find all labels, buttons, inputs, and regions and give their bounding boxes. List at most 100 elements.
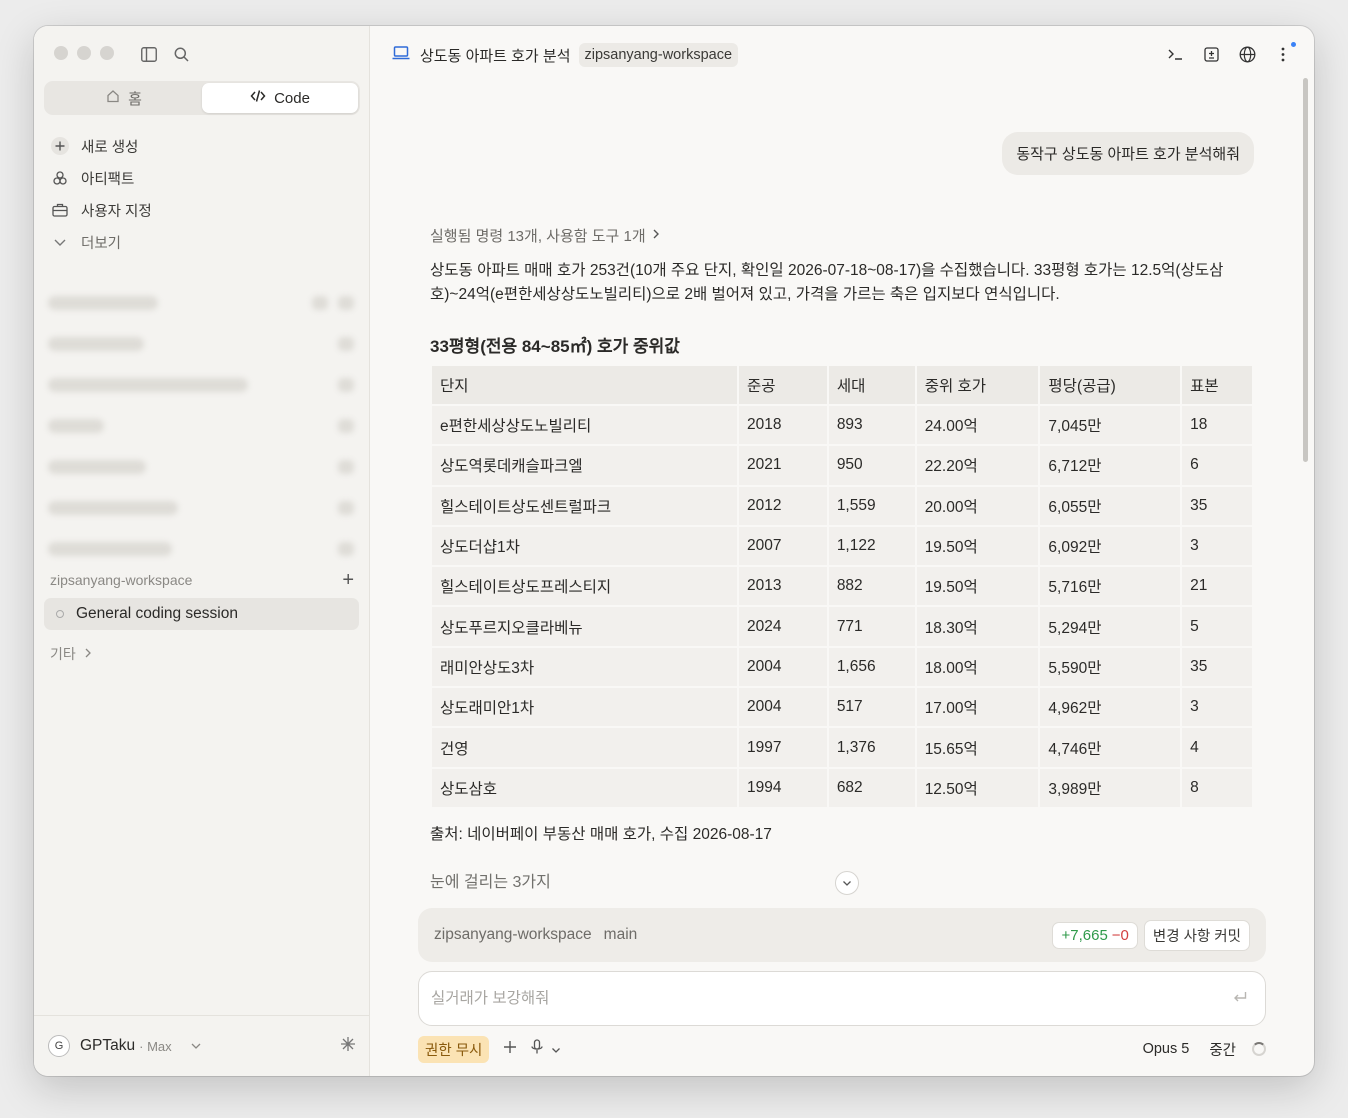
recent-session-item[interactable]: [48, 528, 358, 569]
laptop-icon: [392, 45, 410, 65]
table-cell: 힐스테이트상도센트럴파크: [432, 486, 737, 525]
microphone-icon[interactable]: [531, 1038, 544, 1060]
table-cell: 35: [1182, 486, 1252, 525]
table-cell: 4,746만: [1040, 728, 1181, 767]
sidebar: 홈 Code 새로 생성 아티팩트 사용자 지정 더보기 zipsanyang-…: [34, 26, 370, 1076]
model-selector[interactable]: Opus 5: [1143, 1041, 1190, 1057]
attach-plus-icon[interactable]: [503, 1039, 517, 1059]
table-cell: 1,559: [828, 486, 915, 525]
nav-new[interactable]: 새로 생성: [50, 130, 350, 162]
nav-more[interactable]: 더보기: [50, 226, 350, 258]
nav-artifacts[interactable]: 아티팩트: [50, 162, 350, 194]
globe-icon[interactable]: [1238, 44, 1256, 64]
session-status-icon: [56, 610, 64, 618]
table-cell: 1,656: [828, 647, 915, 687]
user-message-bubble: 동작구 상도동 아파트 호가 분석해줘: [1002, 132, 1254, 175]
workspace-section-header: zipsanyang-workspace +: [50, 570, 354, 590]
scrollbar[interactable]: [1303, 78, 1308, 462]
table-cell: 5,294만: [1040, 607, 1181, 646]
recent-session-item[interactable]: [48, 487, 358, 528]
nav-customize-label: 사용자 지정: [81, 203, 152, 220]
more-options-icon[interactable]: [1274, 44, 1292, 64]
table-row: 힐스테이트상도프레스티지 2013 882 19.50억 5,716만 21: [432, 567, 1252, 606]
table-header-cell: 준공: [738, 366, 827, 404]
user-name[interactable]: GPTaku: [80, 1037, 135, 1055]
effort-selector[interactable]: 중간: [1209, 1039, 1236, 1060]
commit-changes-button[interactable]: 변경 사항 커밋: [1143, 919, 1250, 951]
table-cell: 2018: [738, 406, 827, 445]
sparkle-icon[interactable]: [340, 1036, 356, 1057]
session-item-active[interactable]: General coding session: [44, 598, 359, 630]
account-chevron-down-icon[interactable]: [190, 1039, 202, 1053]
diff-panel-icon[interactable]: [1202, 44, 1220, 64]
chevron-right-icon: [652, 227, 660, 244]
recent-session-item[interactable]: [48, 364, 358, 405]
table-header-cell: 단지: [432, 366, 737, 404]
avatar[interactable]: G: [48, 1035, 70, 1057]
close-window-button[interactable]: [54, 46, 68, 60]
loading-spinner-icon: [1252, 1042, 1266, 1056]
table-cell: 3: [1182, 526, 1252, 566]
table-cell: 2021: [738, 446, 827, 485]
recent-session-item[interactable]: [48, 446, 358, 487]
nav-new-label: 새로 생성: [81, 139, 139, 156]
table-cell: 3,989만: [1040, 768, 1181, 807]
permission-mode-badge[interactable]: 권한 무시: [418, 1035, 490, 1063]
message-composer: [418, 971, 1266, 1026]
table-cell: 17.00억: [916, 688, 1039, 727]
code-icon: [250, 89, 266, 107]
execution-summary-toggle[interactable]: 실행됨 명령 13개, 사용함 도구 1개: [430, 225, 660, 246]
recent-session-item[interactable]: [48, 282, 358, 323]
notification-dot: [1291, 42, 1296, 47]
add-session-icon[interactable]: +: [342, 570, 354, 590]
table-row: 건영 1997 1,376 15.65억 4,746만 4: [432, 728, 1252, 767]
sidebar-top-icons: [140, 45, 190, 63]
table-cell: 20.00억: [916, 486, 1039, 525]
minimize-window-button[interactable]: [77, 46, 91, 60]
session-title[interactable]: 상도동 아파트 호가 분석: [420, 45, 571, 66]
table-cell: 5,716만: [1040, 567, 1181, 606]
table-cell: 19.50억: [916, 567, 1039, 606]
main-topbar: 상도동 아파트 호가 분석 zipsanyang-workspace: [370, 26, 1314, 84]
table-cell: e편한세상상도노빌리티: [432, 406, 737, 445]
branch-label[interactable]: main: [604, 926, 638, 944]
sidebar-toggle-icon[interactable]: [140, 45, 158, 63]
recent-session-item[interactable]: [48, 405, 358, 446]
workspace-badge[interactable]: zipsanyang-workspace: [578, 43, 739, 67]
diff-stats[interactable]: +7,665 −0: [1052, 921, 1138, 949]
table-row: e편한세상상도노빌리티 2018 893 24.00억 7,045만 18: [432, 406, 1252, 445]
window-controls: [54, 46, 114, 60]
table-cell: 건영: [432, 728, 737, 767]
table-row: 상도푸르지오클라베뉴 2024 771 18.30억 5,294만 5: [432, 607, 1252, 646]
table-cell: 12.50억: [916, 768, 1039, 807]
other-section-label: 기타: [50, 646, 76, 662]
send-icon[interactable]: [1233, 990, 1247, 1007]
zoom-window-button[interactable]: [100, 46, 114, 60]
diff-additions: +7,665: [1061, 926, 1108, 944]
table-cell: 18.00억: [916, 647, 1039, 687]
blurred-recent-sessions: [48, 282, 358, 569]
scroll-to-bottom-button[interactable]: [835, 871, 859, 895]
terminal-icon[interactable]: [1166, 44, 1184, 64]
table-cell: 19.50억: [916, 526, 1039, 566]
table-cell: 1,122: [828, 526, 915, 566]
table-cell: 2007: [738, 526, 827, 566]
table-section-title: 33평형(전용 84~85㎡) 호가 중위값: [430, 337, 680, 356]
recent-session-item[interactable]: [48, 323, 358, 364]
chevron-down-icon: [50, 232, 70, 252]
table-cell: 힐스테이트상도프레스티지: [432, 567, 737, 606]
tab-home[interactable]: 홈: [46, 83, 202, 113]
session-item-label: General coding session: [76, 605, 238, 622]
repo-workspace-label: zipsanyang-workspace: [434, 926, 592, 943]
other-section-toggle[interactable]: 기타: [50, 644, 92, 664]
table-cell: 7,045만: [1040, 406, 1181, 445]
search-icon[interactable]: [172, 45, 190, 63]
table-row: 상도래미안1차 2004 517 17.00억 4,962만 3: [432, 688, 1252, 727]
message-input[interactable]: [431, 989, 1233, 1008]
tab-code[interactable]: Code: [202, 83, 358, 113]
table-row: 상도더샵1차 2007 1,122 19.50억 6,092만 3: [432, 526, 1252, 566]
voice-chevron-down-icon[interactable]: [551, 1039, 561, 1059]
table-cell: 517: [828, 688, 915, 727]
nav-customize[interactable]: 사용자 지정: [50, 194, 350, 226]
table-cell: 6,092만: [1040, 526, 1181, 566]
